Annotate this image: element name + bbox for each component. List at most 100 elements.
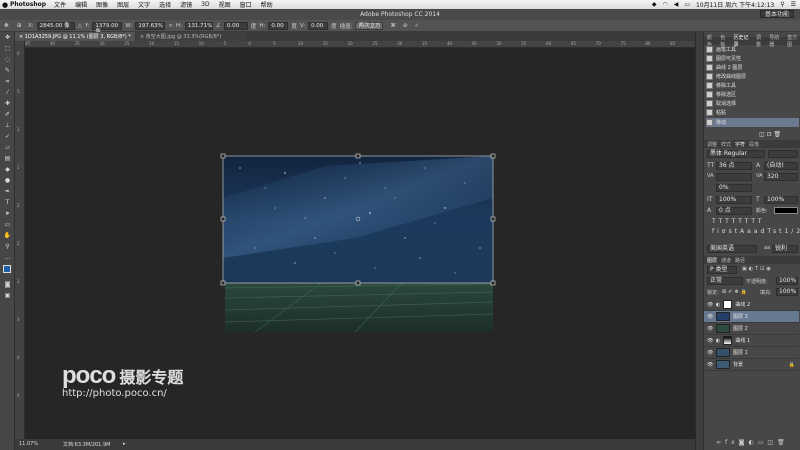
eye-icon[interactable]: 👁 xyxy=(707,302,713,308)
vskew-field[interactable]: 0.00 xyxy=(308,21,329,30)
fx-icon[interactable]: fx xyxy=(725,439,739,446)
horizontal-scale-field[interactable]: 100% xyxy=(764,196,798,204)
history-item[interactable]: 修改曲线图层 xyxy=(706,72,799,81)
font-family-select[interactable]: 黑体 Regular xyxy=(707,150,765,158)
gradient-tool-icon[interactable]: ▤ xyxy=(0,153,15,164)
tab-channels[interactable]: 通道 xyxy=(721,257,731,264)
tab-document-1[interactable]: × 1D1A3259.JPG @ 11.1% (图层 3, RGB/8*) * xyxy=(15,32,135,41)
screen-mode-icon[interactable]: ▣ xyxy=(0,290,15,301)
type-tool-icon[interactable]: T xyxy=(0,197,15,208)
language-select[interactable]: 美国英语 xyxy=(707,245,757,253)
quick-select-tool-icon[interactable]: ✎ xyxy=(0,65,15,76)
eye-icon[interactable]: 👁 xyxy=(707,362,713,368)
layer-mask-thumbnail[interactable] xyxy=(723,336,733,345)
font-style-select[interactable] xyxy=(768,150,798,158)
menu-window[interactable]: 窗口 xyxy=(240,0,252,9)
kerning-field[interactable] xyxy=(716,173,752,181)
layer-row[interactable]: 👁 图层 2 xyxy=(704,323,799,335)
fill-field[interactable]: 100% xyxy=(776,288,798,296)
tab-layers[interactable]: 图层 xyxy=(707,257,717,264)
move-tool-icon[interactable]: ✥ xyxy=(0,32,15,43)
font-size-field[interactable]: 36 点 xyxy=(716,162,752,170)
history-item-selected[interactable]: 移动 xyxy=(706,118,799,127)
vertical-scale-field[interactable]: 100% xyxy=(716,196,752,204)
link-icon[interactable]: ∞ xyxy=(168,23,173,29)
opentype-buttons[interactable]: fiσstAaadTst1/2 xyxy=(712,228,800,235)
menu-view[interactable]: 视图 xyxy=(219,0,231,9)
clone-stamp-tool-icon[interactable]: ⊥ xyxy=(0,120,15,131)
healing-brush-tool-icon[interactable]: ✚ xyxy=(0,98,15,109)
layer-filter-select[interactable]: P 类型 xyxy=(707,266,737,274)
tab-document-2[interactable]: × 夜空大图.jpg @ 33.3%(RGB/8*) xyxy=(136,32,246,41)
eye-icon[interactable]: 👁 xyxy=(707,338,713,344)
leading-field[interactable]: (自动) xyxy=(764,162,798,170)
hskew-field[interactable]: 0.00 xyxy=(268,21,289,30)
warp-icon[interactable]: ⌘ xyxy=(390,23,396,29)
opacity-field[interactable]: 100% xyxy=(776,277,798,285)
tab-character[interactable]: 字符 xyxy=(735,141,745,148)
lasso-tool-icon[interactable]: ◌ xyxy=(0,54,15,65)
move-tool-icon[interactable]: ✥ xyxy=(4,23,14,29)
layer-row[interactable]: 👁 背景 🔒 xyxy=(704,359,799,371)
baseline-field[interactable]: 0 点 xyxy=(716,207,752,215)
menu-type[interactable]: 文字 xyxy=(138,0,150,9)
workspace-select[interactable]: 基本功能 xyxy=(759,10,794,18)
menu-filter[interactable]: 滤镜 xyxy=(180,0,192,9)
h-field[interactable]: 131.71% xyxy=(184,21,213,30)
history-item[interactable]: 画笔工具 xyxy=(706,45,799,54)
y-field[interactable]: 1379.00 像 xyxy=(92,21,123,35)
layer-row[interactable]: 👁 图层 1 xyxy=(704,347,799,359)
history-item[interactable]: 取消选择 xyxy=(706,99,799,108)
history-item[interactable]: 移除选区 xyxy=(706,90,799,99)
collapsed-panel-strip[interactable] xyxy=(695,32,703,450)
new-layer-icon[interactable]: ◫ xyxy=(767,439,777,446)
battery-icon[interactable]: ▭ xyxy=(684,1,690,8)
pen-tool-icon[interactable]: ✒ xyxy=(0,186,15,197)
tsume-field[interactable]: 0% xyxy=(716,184,752,192)
layer-row[interactable]: 👁 ◐ 曲线 2 xyxy=(704,299,799,311)
wifi-icon[interactable]: ◠ xyxy=(662,1,667,8)
shape-tool-icon[interactable]: ▭ xyxy=(0,219,15,230)
delete-layer-icon[interactable]: 🗑 xyxy=(777,439,789,446)
eraser-tool-icon[interactable]: ▱ xyxy=(0,142,15,153)
layer-mask-thumbnail[interactable] xyxy=(723,300,733,309)
volume-icon[interactable]: ◀ xyxy=(674,1,679,8)
menu-layer[interactable]: 图层 xyxy=(117,0,129,9)
cancel-transform-icon[interactable]: ⊘ xyxy=(403,23,408,29)
w-field[interactable]: 197.63% xyxy=(135,21,166,30)
type-style-buttons[interactable]: TTTTTTTT xyxy=(712,218,765,225)
tracking-field[interactable]: 320 xyxy=(764,173,798,181)
tab-close-icon[interactable]: × xyxy=(19,34,23,40)
commit-transform-icon[interactable]: ✓ xyxy=(415,23,420,29)
spotlight-icon[interactable]: ⚲ xyxy=(780,1,784,8)
tab-adjust[interactable]: 调整 xyxy=(707,141,717,148)
menu-image[interactable]: 图像 xyxy=(96,0,108,9)
crop-tool-icon[interactable]: ⌗ xyxy=(0,76,15,87)
history-item[interactable]: 移除工具 xyxy=(706,81,799,90)
camera-icon[interactable]: ⊡ xyxy=(767,131,772,138)
blur-tool-icon[interactable]: ◆ xyxy=(0,164,15,175)
tab-close-icon[interactable]: × xyxy=(140,34,144,40)
foreground-color[interactable] xyxy=(3,265,11,273)
history-brush-tool-icon[interactable]: ✓ xyxy=(0,131,15,142)
x-field[interactable]: 2845.00 像 xyxy=(36,21,75,30)
adjustment-layer-icon[interactable]: ◐ xyxy=(749,439,758,446)
clock[interactable]: 10月11日 周六 下午4:12:13 xyxy=(696,0,774,9)
tab-paragraph[interactable]: 段落 xyxy=(749,141,759,148)
menu-3d[interactable]: 3D xyxy=(201,1,209,8)
tab-styles[interactable]: 样式 xyxy=(721,141,731,148)
hand-tool-icon[interactable]: ✋ xyxy=(0,230,15,241)
history-item[interactable]: 图层可见性 xyxy=(706,54,799,63)
reference-point-icon[interactable]: ⊞ xyxy=(17,23,25,29)
interpolation-select[interactable]: 两次立方 xyxy=(355,21,384,30)
quick-mask-icon[interactable]: ◙ xyxy=(0,279,15,290)
link-layers-icon[interactable]: ∞ xyxy=(716,439,725,446)
dodge-tool-icon[interactable]: ● xyxy=(0,175,15,186)
zoom-level[interactable]: 11.07% xyxy=(19,441,38,447)
app-menu[interactable]: Photoshop xyxy=(10,1,46,8)
status-menu-icon[interactable]: ▸ xyxy=(123,441,126,447)
eye-icon[interactable]: 👁 xyxy=(707,350,713,356)
delta-icon[interactable]: △ xyxy=(78,23,82,29)
add-mask-icon[interactable]: ◙ xyxy=(739,439,749,446)
angle-field[interactable]: 0.00 xyxy=(223,21,248,30)
